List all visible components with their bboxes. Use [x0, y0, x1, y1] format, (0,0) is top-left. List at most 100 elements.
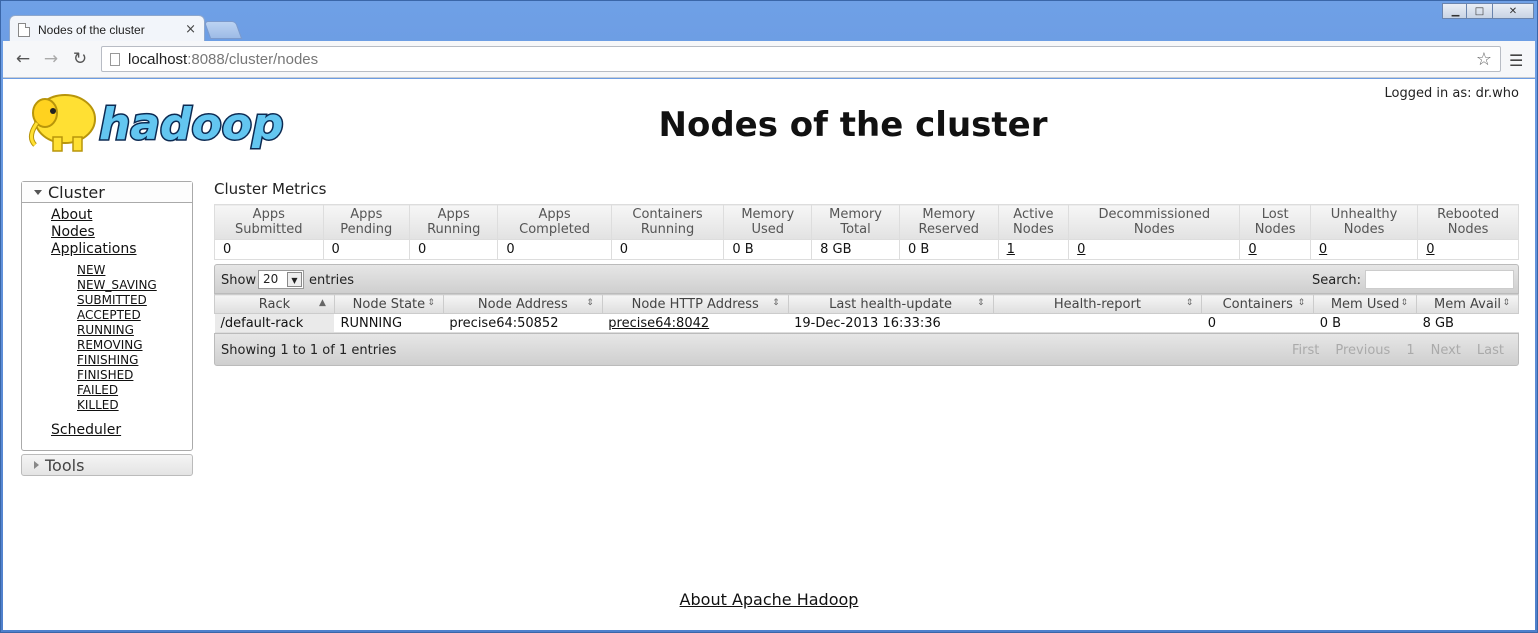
back-icon[interactable]: ← [13, 49, 33, 69]
address-bar[interactable]: localhost:8088/cluster/nodes ☆ [101, 46, 1501, 72]
column-header[interactable]: Mem Used ⇕ [1313, 294, 1418, 314]
maximize-button[interactable]: □ [1466, 3, 1493, 19]
metrics-value-link[interactable]: 0 [1426, 242, 1434, 257]
metrics-value: 1 [997, 239, 1070, 260]
sidebar-item-state-running[interactable]: RUNNING [77, 323, 134, 337]
metrics-value-link[interactable]: 0 [1319, 242, 1327, 257]
sidebar-item-state-finishing[interactable]: FINISHING [77, 353, 138, 367]
metrics-value: 0 [497, 239, 612, 260]
metrics-value: 0 [214, 239, 324, 260]
metrics-value: 8 GB [811, 239, 900, 260]
sidebar-item-state-new[interactable]: NEW [77, 263, 105, 277]
nodes-table-footer: Showing 1 to 1 of 1 entries First Previo… [214, 333, 1519, 366]
sort-both-icon: ⇕ [1400, 298, 1409, 308]
search-input[interactable] [1365, 270, 1514, 289]
logged-in-label: Logged in as: dr.who [1384, 86, 1519, 101]
node-http-address-link[interactable]: precise64:8042 [608, 316, 709, 331]
column-header[interactable]: Health-report ⇕ [992, 294, 1203, 314]
sidebar-tools-header[interactable]: Tools [21, 454, 193, 476]
tab-nodes-of-the-cluster[interactable]: Nodes of the cluster × [9, 15, 205, 43]
sidebar-item-state-submitted[interactable]: SUBMITTED [77, 293, 147, 307]
metrics-value: 0 B [723, 239, 813, 260]
metrics-value-link[interactable]: 1 [1007, 242, 1015, 257]
metrics-header-line: Nodes [1343, 222, 1385, 237]
pager-previous-button[interactable]: Previous [1327, 340, 1398, 361]
sidebar-item-state-accepted[interactable]: ACCEPTED [77, 308, 141, 322]
pager-first-button[interactable]: First [1284, 340, 1327, 361]
metrics-value: 0 [1309, 239, 1419, 260]
metrics-value-link[interactable]: 0 [1248, 242, 1256, 257]
metrics-header-line: Running [427, 222, 481, 237]
metrics-header: Apps Running [409, 204, 499, 240]
metrics-header-line: Active [1013, 207, 1054, 222]
column-header-label: Rack [258, 296, 291, 312]
table-cell: RUNNING [334, 313, 444, 333]
page-icon [110, 52, 120, 66]
metrics-value-link[interactable]: 0 [1077, 242, 1085, 257]
column-header[interactable]: Last health-update ⇕ [787, 294, 994, 314]
metrics-value: 0 B [898, 239, 999, 260]
reload-icon[interactable]: ↻ [70, 49, 90, 69]
metrics-header-line: Unhealthy [1330, 207, 1398, 222]
column-header[interactable]: Mem Avail ⇕ [1416, 294, 1519, 314]
column-header[interactable]: Node HTTP Address ⇕ [601, 294, 789, 314]
metrics-header: Active Nodes [997, 204, 1070, 240]
sort-both-icon: ⇕ [1502, 298, 1510, 308]
expand-down-icon [34, 189, 42, 195]
forward-icon[interactable]: → [41, 49, 61, 69]
sidebar-item-nodes[interactable]: Nodes [51, 224, 95, 240]
sidebar-item-applications[interactable]: Applications [51, 241, 137, 257]
column-header[interactable]: Rack ▲ [214, 294, 335, 314]
close-window-button[interactable]: ✕ [1492, 3, 1534, 19]
minimize-button[interactable]: ▁ [1442, 3, 1469, 19]
table-cell: precise64:8042 [602, 313, 789, 333]
entries-length-select[interactable]: 20 ▼ [258, 270, 304, 289]
pager-last-button[interactable]: Last [1469, 340, 1512, 361]
table-row: /default-rack RUNNING precise64:50852 preci… [214, 313, 1519, 333]
sidebar-item-state-failed[interactable]: FAILED [77, 383, 118, 397]
metrics-header-line: Used [751, 222, 785, 237]
column-header[interactable]: Containers ⇕ [1201, 294, 1315, 314]
menu-icon[interactable]: ☰ [1509, 51, 1523, 70]
sidebar-cluster-section: Cluster About Nodes Applications NEW NEW… [21, 181, 193, 451]
sidebar-item-scheduler[interactable]: Scheduler [51, 422, 121, 438]
metrics-header-line: Reserved [918, 222, 980, 237]
sidebar-item-state-removing[interactable]: REMOVING [77, 338, 143, 352]
metrics-header: Apps Pending [322, 204, 411, 240]
page-content: Logged in as: dr.who hadoop Nodes of the… [3, 79, 1535, 630]
column-header-label: Health-report [1053, 296, 1141, 312]
pager-next-button[interactable]: Next [1423, 340, 1469, 361]
column-header[interactable]: Node State ⇕ [333, 294, 444, 314]
entries-length-value: 20 [263, 272, 279, 286]
table-cell: precise64:50852 [443, 313, 603, 333]
sidebar-cluster-header[interactable]: Cluster [22, 182, 192, 203]
column-header[interactable]: Node Address ⇕ [442, 294, 603, 314]
bookmark-star-icon[interactable]: ☆ [1476, 49, 1492, 70]
sidebar-item-state-new-saving[interactable]: NEW_SAVING [77, 278, 157, 292]
metrics-header-line: Nodes [1133, 222, 1175, 237]
metrics-header-line: Memory [829, 207, 882, 222]
tab-strip: Nodes of the cluster × ▁ □ ✕ [1, 1, 1537, 43]
new-tab-button[interactable] [203, 21, 243, 39]
metrics-header: Apps Submitted [214, 204, 324, 240]
metrics-header-line: Apps [350, 207, 383, 222]
metrics-header-line: Memory [741, 207, 795, 222]
dropdown-arrow-icon: ▼ [287, 272, 302, 287]
about-apache-hadoop-link[interactable]: About Apache Hadoop [680, 590, 859, 609]
tab-close-icon[interactable]: × [185, 22, 196, 37]
sidebar-item-about[interactable]: About [51, 207, 92, 223]
table-cell [993, 313, 1202, 333]
sort-both-icon: ⇕ [1185, 298, 1194, 308]
metrics-header-line: Rebooted [1437, 207, 1500, 222]
metrics-header: Apps Completed [497, 204, 612, 240]
metrics-header: Unhealthy Nodes [1309, 204, 1419, 240]
logo-wordmark: hadoop [99, 99, 283, 150]
column-header-label: Node State [352, 296, 426, 312]
sidebar-item-state-finished[interactable]: FINISHED [77, 368, 133, 382]
sidebar-item-state-killed[interactable]: KILLED [77, 398, 119, 412]
pager-page-1-button[interactable]: 1 [1398, 340, 1422, 361]
metrics-value: 0 [1417, 239, 1519, 260]
cluster-metrics-title: Cluster Metrics [214, 180, 327, 198]
column-header-label: Node Address [477, 296, 568, 312]
table-cell: /default-rack [214, 313, 335, 333]
